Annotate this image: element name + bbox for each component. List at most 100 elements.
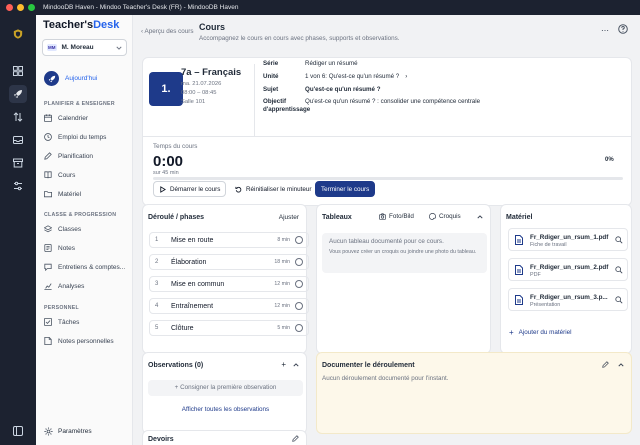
archive-icon	[13, 158, 23, 168]
search-icon[interactable]	[615, 296, 623, 304]
collapse-observations-button[interactable]	[293, 362, 299, 370]
breadcrumb[interactable]: ‹ Aperçu des cours	[141, 28, 194, 35]
sidebar-item-label: Notes	[58, 244, 75, 252]
collapse-boards-button[interactable]	[477, 214, 483, 222]
material-item[interactable]: Fr_Rdiger_un_rsum_2.pdf PDF	[508, 258, 628, 281]
phase-item[interactable]: 2 Élaboration 18 min	[149, 254, 309, 270]
sidebar-item-personal-notes[interactable]: Notes personnelles	[44, 337, 114, 345]
zoom-window-button[interactable]	[28, 4, 35, 11]
phase-item[interactable]: 3 Mise en commun 12 min	[149, 276, 309, 292]
materials-title: Matériel	[506, 214, 533, 221]
phases-card: Déroulé / phases Ajuster 1 Mise en route 8…	[142, 204, 309, 354]
timer-label: Temps du cours	[153, 143, 198, 150]
phase-item[interactable]: 4 Entraînement 12 min	[149, 298, 309, 314]
rail-sidebar-toggle-button[interactable]	[9, 422, 27, 440]
lesson-date: ma. 21.07.2026	[181, 81, 222, 87]
add-observation-button[interactable]: +	[281, 360, 286, 369]
sketch-button[interactable]: Croquis	[429, 213, 461, 220]
more-icon: ⋯	[601, 26, 609, 35]
edit-homework-button[interactable]	[292, 435, 299, 444]
window-title: MindooDB Haven - Mindoo Teacher's Desk (…	[43, 4, 239, 11]
show-all-observations-link[interactable]: Afficher toutes les observations	[143, 406, 308, 413]
rail-dashboard-button[interactable]	[9, 62, 27, 80]
rail-inbox-button[interactable]	[9, 131, 27, 149]
start-lesson-button[interactable]: Démarrer le cours	[153, 181, 227, 197]
sidebar-item-label: Analyses	[58, 282, 85, 290]
phase-checkbox[interactable]	[295, 258, 303, 266]
camera-icon	[379, 213, 386, 220]
clock-icon	[44, 133, 52, 141]
sidebar-item-timetable[interactable]: Emploi du temps	[44, 133, 106, 141]
collapse-documentation-button[interactable]	[618, 362, 624, 370]
rail-teaching-button[interactable]	[9, 85, 27, 103]
field-value-unit[interactable]: 1 von 6: Qu'est-ce qu'un résumé ? ›	[305, 73, 407, 80]
material-item[interactable]: Fr_Rdiger_un_rsum_3.p... Présentation	[508, 288, 628, 311]
sidebar-item-settings[interactable]: Paramètres	[44, 427, 92, 436]
observations-card: Observations (0) + + Consigner la premiè…	[142, 352, 307, 434]
phase-item[interactable]: 5 Clôture 5 min	[149, 320, 309, 336]
chart-icon	[44, 283, 52, 290]
sidebar-toggle-icon	[13, 426, 23, 436]
inbox-icon	[13, 136, 23, 144]
sidebar-item-label: Calendrier	[58, 114, 88, 122]
shield-logo-icon	[13, 29, 23, 39]
plus-icon: +	[509, 328, 514, 337]
adjust-phases-button[interactable]: Ajuster	[279, 214, 299, 221]
user-selector[interactable]: MM M. Moreau	[42, 39, 127, 56]
phase-checkbox[interactable]	[295, 280, 303, 288]
materials-card: Matériel Fr_Rdiger_un_rsum_1.pdf Fiche d…	[500, 204, 632, 354]
boards-title: Tableaux	[322, 214, 352, 221]
phase-item[interactable]: 1 Mise en route 8 min	[149, 232, 309, 248]
file-icon	[515, 295, 523, 305]
sidebar-item-label: Planification	[58, 152, 94, 160]
lesson-number-badge: 1.	[149, 72, 183, 106]
search-icon[interactable]	[615, 236, 623, 244]
empty-title: Aucun tableau documenté pour ce cours.	[329, 238, 444, 245]
sidebar-item-tasks[interactable]: Tâches	[44, 318, 79, 326]
rail-transfer-button[interactable]	[9, 108, 27, 126]
sidebar-item-materials[interactable]: Matériel	[44, 190, 81, 198]
finish-lesson-button[interactable]: Terminer le cours	[315, 181, 376, 197]
phase-checkbox[interactable]	[295, 324, 303, 332]
sidebar-item-today[interactable]: Aujourd'hui	[44, 71, 97, 86]
app-brand: Teacher'sDesk	[43, 19, 120, 31]
sidebar-item-meetings[interactable]: Entretiens & comptes...	[44, 263, 125, 271]
sidebar-item-lessons[interactable]: Cours	[44, 171, 75, 179]
edit-documentation-button[interactable]	[602, 361, 609, 370]
sidebar-item-calendar[interactable]: Calendrier	[44, 114, 88, 122]
rail-archive-button[interactable]	[9, 154, 27, 172]
documentation-title: Documenter le déroulement	[322, 362, 415, 369]
more-options-button[interactable]: ⋯	[601, 26, 609, 35]
phase-checkbox[interactable]	[295, 302, 303, 310]
sidebar-item-planning[interactable]: Planification	[44, 152, 93, 160]
calendar-icon	[44, 114, 52, 122]
reset-timer-button[interactable]: Réinitialiser le minuteur	[229, 181, 318, 197]
photo-button[interactable]: Foto/Bild	[379, 213, 414, 220]
divider	[143, 136, 631, 137]
phase-checkbox[interactable]	[295, 236, 303, 244]
material-item[interactable]: Fr_Rdiger_un_rsum_1.pdf Fiche de travail	[508, 228, 628, 251]
rail-filters-button[interactable]	[9, 177, 27, 195]
field-key-objective: Objectif d'apprentissage	[263, 98, 311, 113]
rocket-icon	[14, 90, 22, 98]
reset-icon	[235, 186, 242, 192]
search-icon[interactable]	[615, 266, 623, 274]
sidebar-item-grades[interactable]: Notes	[44, 244, 75, 252]
sidebar-item-classes[interactable]: Classes	[44, 225, 81, 233]
window-titlebar: MindooDB Haven - Mindoo Teacher's Desk (…	[0, 0, 640, 15]
chevron-right-icon: ›	[405, 73, 408, 80]
add-first-observation-button[interactable]: + Consigner la première observation	[148, 380, 303, 396]
app-logo[interactable]	[9, 25, 27, 43]
phases-title: Déroulé / phases	[148, 214, 205, 221]
material-name: Fr_Rdiger_un_rsum_2.pdf	[530, 264, 609, 271]
close-window-button[interactable]	[6, 4, 13, 11]
grades-icon	[44, 244, 52, 252]
minimize-window-button[interactable]	[17, 4, 24, 11]
add-material-button[interactable]: + Ajouter du matériel	[509, 328, 572, 337]
material-name: Fr_Rdiger_un_rsum_1.pdf	[530, 234, 609, 241]
sidebar-item-analytics[interactable]: Analyses	[44, 282, 84, 290]
book-icon	[44, 171, 52, 179]
material-type: Présentation	[530, 302, 561, 308]
user-name: M. Moreau	[61, 44, 94, 51]
help-button[interactable]	[618, 24, 628, 36]
